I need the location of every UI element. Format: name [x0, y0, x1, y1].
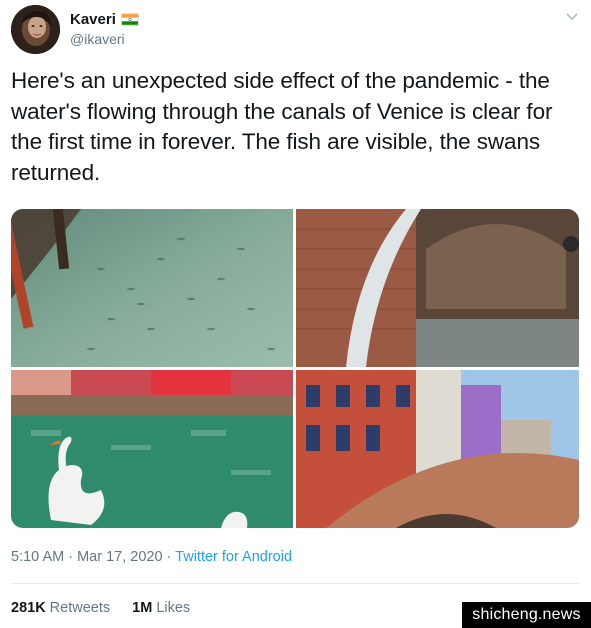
tweet-meta: 5:10 AM · Mar 17, 2020 · Twitter for And…	[11, 549, 292, 565]
likes-count: 1M	[132, 600, 153, 616]
tweet-card: Kaveri @ikaveri Here's an unexpected sid…	[0, 0, 591, 628]
meta-separator: ·	[162, 549, 176, 565]
retweets-label: Retweets	[49, 600, 111, 616]
retweets-stat[interactable]: 281K Retweets	[11, 600, 110, 616]
india-flag-icon	[120, 13, 139, 26]
user-handle[interactable]: @ikaveri	[70, 31, 125, 47]
swan-in-canal-photo[interactable]	[11, 370, 293, 528]
colorful-houses-bridge-photo[interactable]	[296, 370, 579, 528]
likes-stat[interactable]: 1M Likes	[132, 600, 190, 616]
display-name-text: Kaveri	[70, 11, 116, 28]
watermark: shicheng.news	[462, 602, 591, 628]
canal-bridge-underside-photo[interactable]	[296, 209, 579, 367]
media-grid	[11, 209, 579, 528]
divider	[11, 583, 580, 584]
canal-fish-photo[interactable]	[11, 209, 293, 367]
avatar[interactable]	[11, 5, 60, 54]
retweets-count: 281K	[11, 600, 46, 616]
tweet-stats: 281K Retweets 1M Likes	[11, 600, 208, 616]
tweet-source-link[interactable]: Twitter for Android	[175, 549, 292, 565]
meta-separator: ·	[64, 549, 78, 565]
tweet-time[interactable]: 5:10 AM	[11, 549, 64, 565]
chevron-down-icon[interactable]	[565, 10, 579, 24]
tweet-date[interactable]: Mar 17, 2020	[77, 549, 162, 565]
display-name[interactable]: Kaveri	[70, 11, 139, 28]
tweet-text: Here's an unexpected side effect of the …	[11, 68, 553, 185]
likes-label: Likes	[156, 600, 191, 616]
